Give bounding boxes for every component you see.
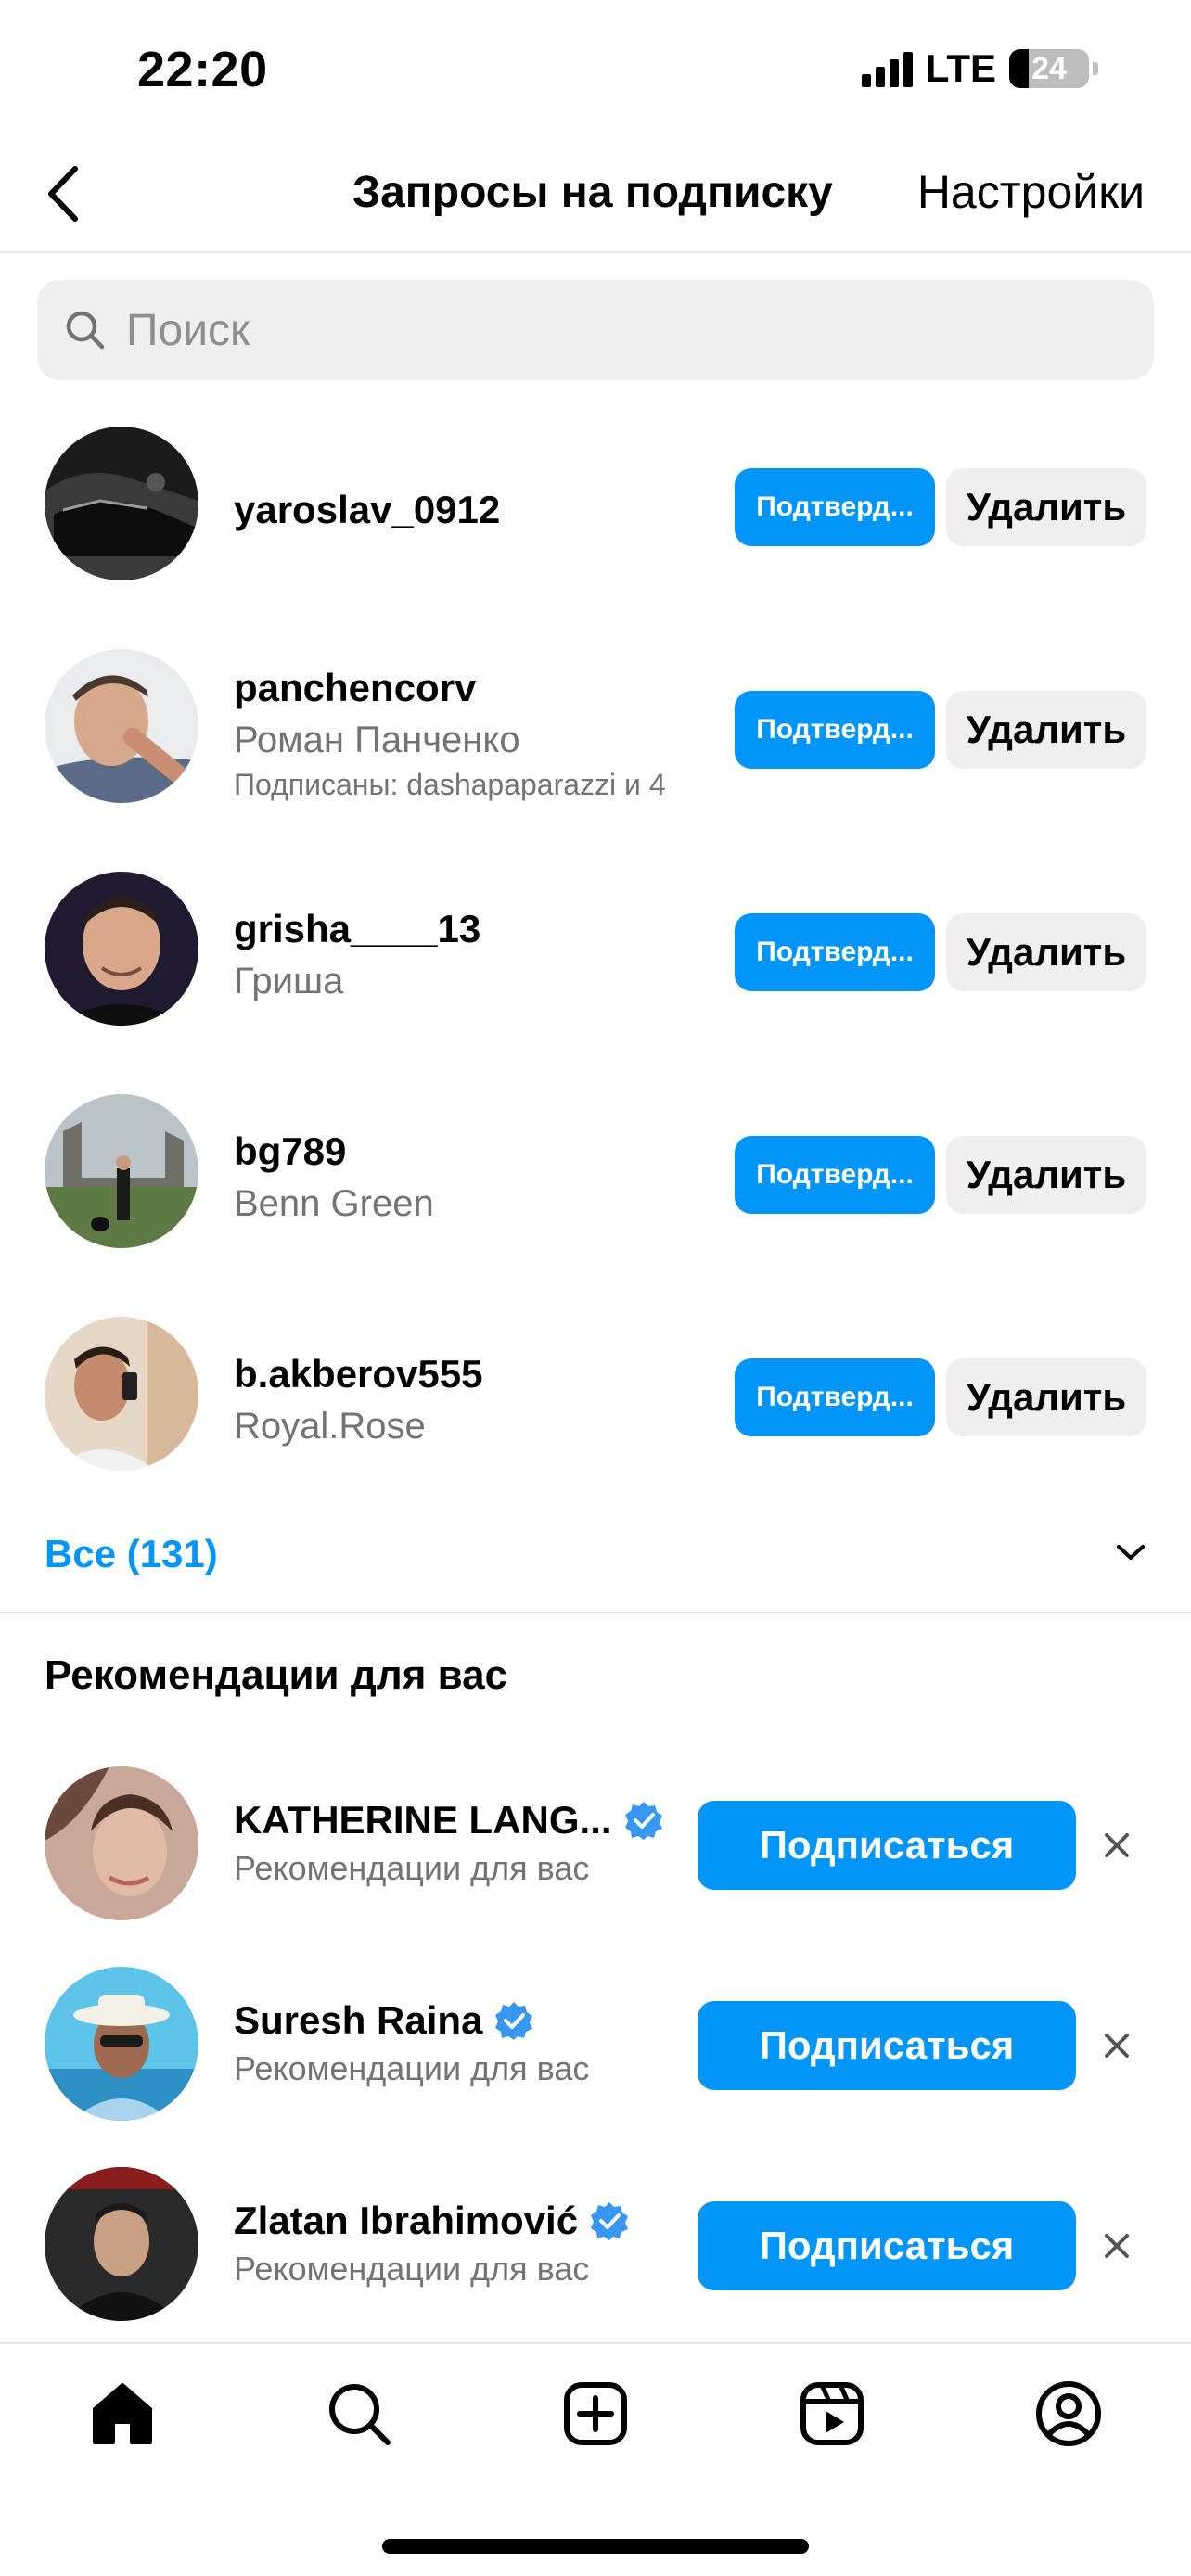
dismiss-button[interactable]: [1095, 2023, 1139, 2068]
close-icon: [1105, 2034, 1129, 2058]
full-name: Royal.Rose: [234, 1406, 426, 1447]
reels-icon: [800, 2382, 864, 2445]
see-all-row: Все (131): [0, 1502, 1191, 1613]
follow-request-row: b.akberov555 Royal.Rose Подтверд... Удал…: [0, 1289, 1191, 1511]
delete-button[interactable]: Удалить: [946, 913, 1146, 991]
create-post-icon: [564, 2382, 627, 2445]
follow-button[interactable]: Подписаться: [698, 2201, 1076, 2290]
dismiss-button[interactable]: [1095, 1823, 1139, 1868]
request-info: b.akberov555 Royal.Rose: [234, 1289, 670, 1511]
tab-bar: [0, 2342, 1191, 2481]
username[interactable]: bg789: [234, 1126, 670, 1178]
delete-button[interactable]: Удалить: [946, 1358, 1146, 1436]
chevron-down-icon[interactable]: [1115, 1541, 1146, 1563]
avatar[interactable]: [45, 1766, 198, 1920]
follow-request-list: yaroslav_0912 Подтверд... Удалить panche…: [0, 399, 1191, 1511]
username[interactable]: b.akberov555: [234, 1348, 670, 1400]
settings-link[interactable]: Настройки: [917, 165, 1145, 219]
request-info: bg789 Benn Green: [234, 1066, 670, 1289]
confirm-button[interactable]: Подтверд...: [735, 691, 935, 769]
avatar[interactable]: [45, 1967, 198, 2121]
confirm-button[interactable]: Подтверд...: [735, 468, 935, 546]
avatar[interactable]: [45, 872, 198, 1026]
confirm-button[interactable]: Подтверд...: [735, 913, 935, 991]
tab-profile[interactable]: [1027, 2372, 1110, 2455]
avatar[interactable]: [45, 1094, 198, 1248]
home-indicator[interactable]: [382, 2539, 809, 2554]
follow-request-row: grisha____13 Гриша Подтверд... Удалить: [0, 844, 1191, 1066]
tab-home[interactable]: [81, 2372, 164, 2455]
verified-badge-icon: [624, 1802, 662, 1840]
dismiss-button[interactable]: [1095, 2224, 1139, 2268]
username[interactable]: panchencorv: [234, 662, 670, 714]
delete-button[interactable]: Удалить: [946, 468, 1146, 546]
battery-icon: 24: [1009, 49, 1089, 88]
search-icon: [329, 2384, 391, 2445]
mutual-followers: Подписаны: dashapaparazzi и 4: [234, 768, 666, 801]
recommendation-row: Zlatan Ibrahimović Рекомендации для вас …: [0, 2144, 1191, 2344]
recommendations-title: Рекомендации для вас: [45, 1652, 508, 1698]
see-all-link[interactable]: Все (131): [45, 1532, 218, 1576]
recommendation-subtitle: Рекомендации для вас: [234, 2049, 590, 2087]
recommended-name[interactable]: Suresh Raina: [234, 1996, 482, 2046]
verified-badge-icon: [495, 2002, 533, 2040]
delete-button[interactable]: Удалить: [946, 1136, 1146, 1214]
close-icon: [1105, 1833, 1129, 1857]
page-title: Запросы на подписку: [352, 168, 833, 217]
back-button[interactable]: [30, 161, 95, 226]
follow-request-row: yaroslav_0912 Подтверд... Удалить: [0, 399, 1191, 621]
tab-reels[interactable]: [790, 2372, 874, 2455]
recommendation-info: KATHERINE LANG... Рекомендации для вас: [234, 1743, 679, 1944]
verified-badge-icon: [591, 2202, 629, 2240]
recommendation-subtitle: Рекомендации для вас: [234, 1849, 590, 1887]
recommended-name[interactable]: KATHERINE LANG...: [234, 1795, 612, 1845]
close-icon: [1105, 2234, 1129, 2258]
recommendation-row: Suresh Raina Рекомендации для вас Подпис…: [0, 1944, 1191, 2144]
nav-bar: Запросы на подписку Настройки: [0, 139, 1191, 253]
recommendation-info: Suresh Raina Рекомендации для вас: [234, 1944, 679, 2144]
follow-request-row: bg789 Benn Green Подтверд... Удалить: [0, 1066, 1191, 1289]
delete-button[interactable]: Удалить: [946, 691, 1146, 769]
home-icon: [93, 2383, 152, 2444]
full-name: Гриша: [234, 961, 344, 1001]
status-bar: 22:20 LTE 24: [0, 0, 1191, 139]
battery-level: 24: [1031, 51, 1067, 86]
status-indicators: LTE 24: [861, 46, 1098, 91]
avatar[interactable]: [45, 649, 198, 803]
recommendation-list: KATHERINE LANG... Рекомендации для вас П…: [0, 1743, 1191, 2344]
avatar[interactable]: [45, 2167, 198, 2321]
username[interactable]: grisha____13: [234, 903, 670, 955]
tab-create[interactable]: [554, 2372, 637, 2455]
search-bar[interactable]: [37, 280, 1154, 380]
search-icon: [66, 311, 105, 350]
network-type: LTE: [925, 46, 996, 90]
full-name: Роман Панченко: [234, 720, 520, 760]
request-info: grisha____13 Гриша: [234, 844, 670, 1066]
battery-cap: [1093, 62, 1098, 75]
recommendation-row: KATHERINE LANG... Рекомендации для вас П…: [0, 1743, 1191, 1944]
profile-icon: [1036, 2381, 1101, 2446]
avatar[interactable]: [45, 1317, 198, 1471]
recommended-name[interactable]: Zlatan Ibrahimović: [234, 2196, 578, 2246]
avatar[interactable]: [45, 427, 198, 580]
search-input[interactable]: [126, 304, 1109, 356]
signal-strength-icon: [861, 50, 913, 87]
recommendation-info: Zlatan Ibrahimović Рекомендации для вас: [234, 2144, 679, 2344]
status-time: 22:20: [137, 42, 268, 97]
chevron-left-icon: [48, 166, 78, 222]
tab-search[interactable]: [317, 2372, 401, 2455]
request-info: panchencorv Роман Панченко Подписаны: da…: [234, 621, 670, 844]
follow-button[interactable]: Подписаться: [698, 1801, 1076, 1890]
recommendation-subtitle: Рекомендации для вас: [234, 2250, 590, 2288]
follow-request-row: panchencorv Роман Панченко Подписаны: da…: [0, 621, 1191, 844]
request-info: yaroslav_0912: [234, 399, 670, 621]
username[interactable]: yaroslav_0912: [234, 484, 670, 536]
full-name: Benn Green: [234, 1183, 434, 1224]
confirm-button[interactable]: Подтверд...: [735, 1358, 935, 1436]
follow-button[interactable]: Подписаться: [698, 2001, 1076, 2090]
confirm-button[interactable]: Подтверд...: [735, 1136, 935, 1214]
